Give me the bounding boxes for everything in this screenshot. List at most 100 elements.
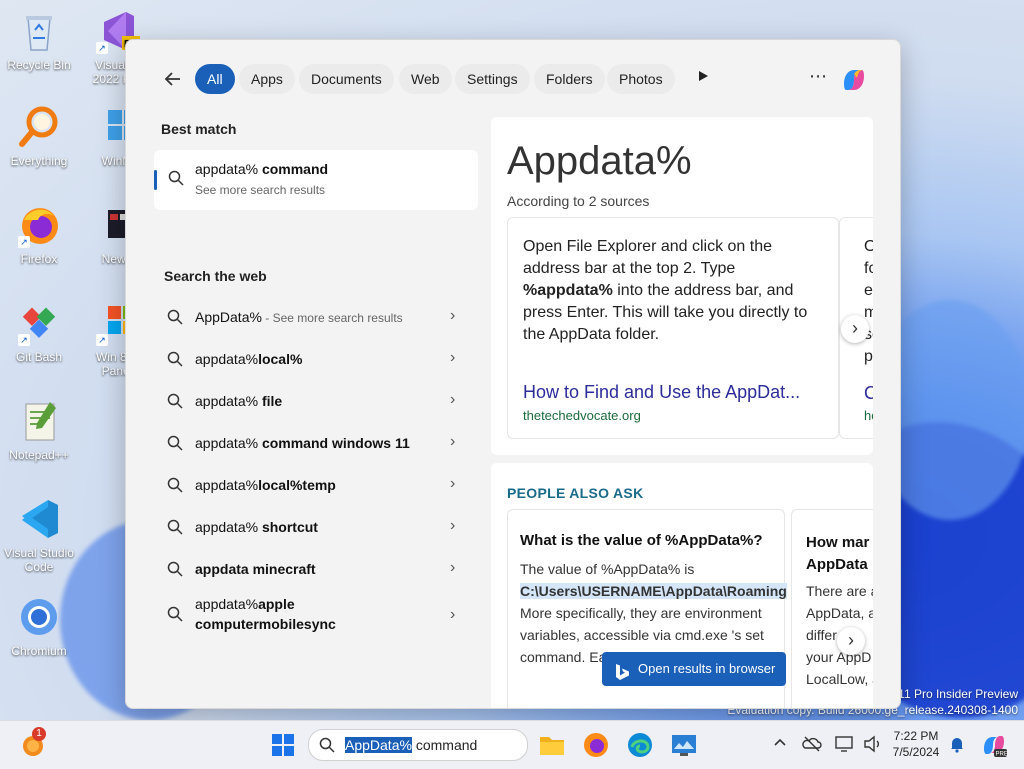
best-match-subtitle: See more search results	[195, 183, 326, 197]
paa-carousel-next-button[interactable]: ›	[837, 627, 865, 655]
web-suggestion-item[interactable]: appdata% shortcut ›	[154, 506, 478, 548]
web-suggestion-item[interactable]: appdata%local%temp ›	[154, 464, 478, 506]
notification-badge: 1	[32, 727, 46, 741]
weather-widget-icon[interactable]: 1	[20, 727, 50, 759]
suggestion-query: appdata%	[195, 351, 259, 367]
chevron-right-icon: ›	[450, 349, 456, 366]
start-button[interactable]	[271, 733, 295, 757]
filter-chip-all[interactable]: All	[195, 64, 235, 94]
shortcut-arrow-icon: ↗	[18, 334, 30, 346]
people-also-ask-heading: PEOPLE ALSO ASK	[507, 485, 644, 501]
web-suggestion-item[interactable]: appdata% file ›	[154, 380, 478, 422]
paa-question: What is the value of %AppData%?	[520, 532, 763, 549]
web-suggestion-item[interactable]: AppData% - See more search results ›	[154, 296, 478, 338]
peek-line: O	[864, 236, 873, 258]
desktop-icon-vscode[interactable]: Visual Studio Code	[0, 496, 78, 574]
suggestion-completion: appdata minecraft	[195, 561, 316, 577]
desktop-icon-notepad-plus-plus[interactable]: Notepad++	[0, 398, 78, 462]
desktop-icon-label: Recycle Bin	[7, 58, 71, 72]
desktop-icon-chromium[interactable]: Chromium	[0, 594, 78, 658]
desktop-icon-everything[interactable]: Everything	[0, 104, 78, 168]
answer2-peek-text: O fo er m sc pl	[864, 236, 873, 368]
paa-question-line: AppData	[806, 556, 868, 573]
suggestion-text: appdata%apple computermobilesync	[195, 594, 336, 634]
best-match-title: appdata% command	[195, 161, 328, 177]
back-arrow-icon[interactable]	[162, 68, 186, 92]
best-match-result[interactable]: appdata% command See more search results	[154, 150, 478, 210]
desktop-icon-recycle-bin[interactable]: Recycle Bin	[0, 8, 78, 72]
filter-chip-photos[interactable]: Photos	[607, 64, 675, 94]
suggestion-completion: local%	[258, 351, 303, 367]
chevron-right-icon: ›	[450, 559, 456, 576]
git-bash-icon: ↗	[16, 300, 62, 346]
shortcut-arrow-icon: ↗	[96, 334, 108, 346]
search-icon	[167, 477, 183, 498]
answer-source-domain: thetechedvocate.org	[523, 408, 641, 423]
paa-question-card-2[interactable]: How mar AppData There are a AppData, a d…	[791, 509, 873, 708]
everything-search-icon	[16, 104, 62, 150]
suggestion-query: appdata%	[195, 519, 259, 535]
open-results-in-browser-button[interactable]: Open results in browser	[602, 652, 786, 686]
suggestion-query: appdata%	[195, 596, 259, 612]
carousel-next-button[interactable]: ›	[841, 315, 869, 343]
filter-chip-apps[interactable]: Apps	[239, 64, 295, 94]
paa-answer-line: LocalLow, a	[806, 671, 873, 687]
peek-line: fo	[864, 260, 873, 277]
onedrive-icon[interactable]	[802, 734, 822, 754]
file-explorer-icon[interactable]	[538, 731, 566, 759]
filter-chip-documents[interactable]: Documents	[299, 64, 394, 94]
bell-icon[interactable]	[948, 735, 966, 753]
best-match-heading: Best match	[161, 121, 237, 137]
chevron-up-icon[interactable]	[772, 735, 788, 751]
web-suggestion-item[interactable]: appdata minecraft ›	[154, 548, 478, 590]
desktop-icon-git-bash[interactable]: ↗ Git Bash	[0, 300, 78, 364]
desktop-icon-label: Everything	[10, 154, 68, 168]
play-arrow-icon[interactable]	[691, 66, 715, 90]
taskbar-search-box[interactable]: AppData% command	[308, 729, 528, 761]
desktop-icon-label: Firefox	[20, 252, 58, 266]
edge-icon[interactable]	[626, 731, 654, 759]
chevron-right-icon: ›	[450, 391, 456, 408]
web-suggestion-item[interactable]: appdata%local% ›	[154, 338, 478, 380]
answer2-link[interactable]: C	[864, 383, 873, 404]
open-results-label: Open results in browser	[638, 661, 776, 676]
web-suggestion-item[interactable]: appdata%apple computermobilesync ›	[154, 590, 478, 644]
notepad-plus-plus-icon	[16, 398, 62, 444]
web-suggestion-item[interactable]: appdata% command windows 11 ›	[154, 422, 478, 464]
web-suggestions-list: AppData% - See more search results › app…	[154, 296, 478, 644]
search-input-rest: command	[411, 737, 478, 753]
suggestion-subtext: - See more search results	[261, 311, 403, 325]
copilot-taskbar-icon[interactable]: PRE	[980, 731, 1008, 759]
search-filter-bar: All Apps Documents Web Settings Folders …	[126, 62, 900, 98]
more-options-icon[interactable]: ⋯	[806, 66, 830, 90]
firefox-icon: ↗	[16, 202, 62, 248]
svg-text:PRE: PRE	[996, 752, 1008, 758]
volume-icon[interactable]	[862, 734, 882, 754]
desktop-icon-firefox[interactable]: ↗ Firefox	[0, 202, 78, 266]
search-icon	[167, 519, 183, 540]
search-input-selection: AppData%	[345, 737, 412, 753]
search-icon	[167, 606, 183, 627]
remote-desktop-icon[interactable]	[670, 731, 698, 759]
bing-logo-icon	[614, 660, 630, 680]
answer-snippet-card[interactable]: Open File Explorer and click on the addr…	[507, 217, 839, 439]
suggestion-text: appdata%local%	[195, 351, 302, 367]
search-flyout: All Apps Documents Web Settings Folders …	[125, 39, 901, 709]
best-match-title-rest: command	[258, 161, 329, 177]
filter-chip-web[interactable]: Web	[399, 64, 452, 94]
search-input[interactable]: AppData% command	[345, 737, 477, 753]
answer-card: Appdata% According to 2 sources Open Fil…	[491, 117, 873, 455]
suggestion-completion-line2: computermobilesync	[195, 616, 336, 632]
clock[interactable]: 7:22 PM 7/5/2024	[888, 729, 944, 759]
answer-source-link[interactable]: How to Find and Use the AppDat...	[523, 382, 800, 403]
suggestion-text: appdata% shortcut	[195, 519, 318, 535]
suggestion-query: AppData%	[195, 309, 262, 325]
filter-chip-folders[interactable]: Folders	[534, 64, 605, 94]
suggestion-text: appdata%local%temp	[195, 477, 336, 493]
network-icon[interactable]	[834, 734, 854, 754]
copilot-icon[interactable]	[838, 64, 870, 96]
firefox-taskbar-icon[interactable]	[582, 731, 610, 759]
filter-chip-settings[interactable]: Settings	[455, 64, 530, 94]
search-icon	[168, 170, 184, 191]
search-icon	[167, 309, 183, 330]
